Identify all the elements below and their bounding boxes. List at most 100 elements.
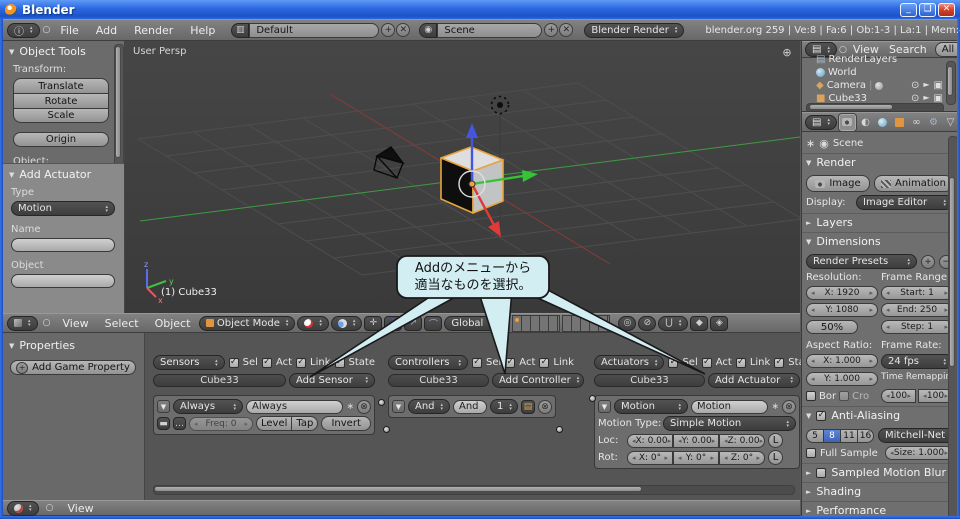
rot-x-field[interactable]: X: 0° — [627, 450, 673, 465]
outliner-v-scrollbar[interactable] — [946, 61, 956, 105]
sensor-link-socket[interactable] — [378, 399, 385, 406]
full-sample-checkbox[interactable] — [806, 448, 816, 458]
lock-to-scene-button[interactable]: ◎ — [618, 315, 637, 331]
sensors-sel-checkbox[interactable] — [228, 357, 239, 368]
add-sensor-button[interactable]: Add Sensor — [289, 372, 375, 388]
scale-button[interactable]: Scale — [13, 108, 109, 123]
rotate-manipulator-button[interactable]: ↗ — [404, 315, 423, 331]
controllers-sel-checkbox[interactable] — [472, 357, 482, 368]
tab-constraints[interactable]: ∞ — [909, 115, 924, 130]
layers-section-header[interactable]: Layers — [802, 213, 957, 232]
collapse-menus-icon[interactable]: ○ — [40, 316, 54, 330]
remap-old-field[interactable]: 100 — [881, 389, 916, 403]
maximize-button[interactable]: ❑ — [919, 2, 936, 17]
menu-view[interactable]: View — [56, 317, 96, 330]
actuator-name-field[interactable]: Motion — [691, 399, 769, 414]
aspect-x-field[interactable]: X: 1.000 — [806, 354, 878, 368]
actuators-filter-select[interactable]: Actuators — [594, 355, 665, 370]
scene-icon[interactable]: ◉ — [419, 22, 438, 38]
resolution-y-field[interactable]: Y: 1080 — [806, 303, 878, 317]
outliner-row-camera[interactable]: ◆ Camera | ⊙ ► ▣ — [802, 79, 957, 92]
sensor-level-button[interactable]: Level — [256, 416, 292, 431]
delete-screen-layout-button[interactable]: ✕ — [396, 23, 411, 37]
rot-y-field[interactable]: Y: 0° — [673, 450, 719, 465]
crop-checkbox[interactable] — [839, 391, 850, 401]
tab-world[interactable] — [875, 115, 890, 130]
sensor-tap-button[interactable]: Tap — [291, 416, 319, 431]
translate-button[interactable]: Translate — [13, 78, 109, 93]
sensor-type-select[interactable]: Always — [173, 399, 243, 414]
tab-data[interactable]: ▽ — [943, 115, 957, 130]
controllers-act-checkbox[interactable] — [505, 357, 516, 368]
border-checkbox[interactable] — [806, 391, 816, 401]
object-tools-panel-header[interactable]: Object Tools — [3, 43, 124, 60]
visibility-eye-icon[interactable]: ⊙ — [911, 80, 919, 91]
editor-type-logic-button[interactable] — [7, 500, 39, 516]
editor-type-3dview-button[interactable] — [7, 315, 38, 331]
actuators-link-checkbox[interactable] — [735, 357, 746, 368]
menu-file[interactable]: File — [53, 24, 85, 37]
menu-add[interactable]: Add — [89, 24, 124, 37]
collapse-sensor-icon[interactable]: ▼ — [157, 400, 170, 413]
delete-actuator-button[interactable]: ⊗ — [782, 399, 796, 414]
shading-section-header[interactable]: Shading — [802, 482, 957, 501]
sensors-filter-select[interactable]: Sensors — [153, 355, 225, 370]
object-field[interactable] — [11, 274, 115, 288]
antialiasing-section-header[interactable]: Anti-Aliasing — [802, 406, 957, 425]
controller-name-field[interactable]: And — [453, 399, 487, 414]
region-expand-icon[interactable]: ⊕ — [780, 45, 794, 59]
sensor-name-field[interactable]: Always — [246, 399, 344, 414]
properties-scrollbar[interactable] — [948, 136, 957, 516]
proportional-edit-button[interactable]: ⊘ — [638, 315, 657, 331]
actuator-in-socket[interactable] — [589, 395, 596, 402]
sensors-state-checkbox[interactable] — [334, 357, 345, 368]
actuators-act-checkbox[interactable] — [701, 357, 712, 368]
collapse-controller-icon[interactable]: ▼ — [392, 400, 405, 413]
menu-object[interactable]: Object — [148, 317, 198, 330]
frame-start-field[interactable]: Start: 1 — [881, 286, 953, 300]
loc-z-field[interactable]: Z: 0.00 — [719, 433, 765, 448]
screen-layout-icon[interactable]: ▥ — [231, 22, 250, 38]
add-scene-button[interactable]: + — [544, 23, 559, 37]
collapse-actuator-icon[interactable]: ▼ — [598, 400, 611, 413]
render-opengl-button[interactable]: ◆ — [690, 315, 709, 331]
motion-type-select[interactable]: Simple Motion — [663, 416, 796, 431]
resolution-x-field[interactable]: X: 1920 — [806, 286, 878, 300]
tab-scene[interactable]: ◐ — [858, 115, 873, 130]
display-select[interactable]: Image Editor — [856, 195, 953, 210]
scale-manipulator-button[interactable]: ⌒ — [424, 315, 443, 331]
frame-end-field[interactable]: End: 250 — [881, 303, 953, 317]
controllers-link-checkbox[interactable] — [539, 357, 550, 368]
resolution-percentage-button[interactable]: 50% — [806, 320, 858, 334]
window-titlebar[interactable]: Blender _ ❑ ✕ — [0, 0, 960, 19]
delete-controller-button[interactable]: ⊗ — [538, 399, 552, 414]
antialiasing-checkbox[interactable] — [816, 410, 827, 421]
render-engine-select[interactable]: Blender Render — [584, 22, 685, 38]
camera-object[interactable] — [373, 146, 405, 179]
aa-samples-16[interactable]: 16 — [857, 428, 874, 443]
controller-state-select[interactable]: 1 — [490, 399, 518, 414]
pin-icon[interactable]: ∗ — [771, 402, 779, 412]
translate-manipulator-button[interactable] — [384, 315, 403, 331]
add-actuator-button[interactable]: Add Actuator — [708, 372, 800, 388]
selectable-cursor-icon[interactable]: ► — [923, 80, 929, 91]
controller-out-socket[interactable] — [556, 426, 563, 433]
actuator-type-select[interactable]: Motion — [11, 201, 115, 216]
aa-samples-11[interactable]: 11 — [840, 428, 857, 443]
menu-render[interactable]: Render — [127, 24, 180, 37]
aa-samples-5[interactable]: 5 — [806, 428, 823, 443]
minimize-button[interactable]: _ — [900, 2, 917, 17]
render-animation-button[interactable]: Animation — [874, 175, 953, 192]
render-section-header[interactable]: Render — [802, 153, 957, 172]
pivot-point-select[interactable] — [330, 315, 363, 331]
pin-icon[interactable]: ∗ — [346, 402, 354, 412]
renderable-camera-icon[interactable]: ▣ — [934, 80, 943, 91]
actuators-sel-checkbox[interactable] — [668, 357, 679, 368]
frame-step-field[interactable]: Step: 1 — [881, 320, 953, 334]
rot-local-toggle[interactable]: L — [768, 450, 783, 465]
sampled-motion-blur-checkbox[interactable] — [816, 467, 827, 478]
controllers-filter-select[interactable]: Controllers — [388, 355, 468, 370]
scene-field[interactable]: Scene — [437, 22, 543, 38]
loc-x-field[interactable]: X: 0.00 — [627, 433, 673, 448]
transform-orientation-select[interactable]: Global — [444, 315, 507, 331]
